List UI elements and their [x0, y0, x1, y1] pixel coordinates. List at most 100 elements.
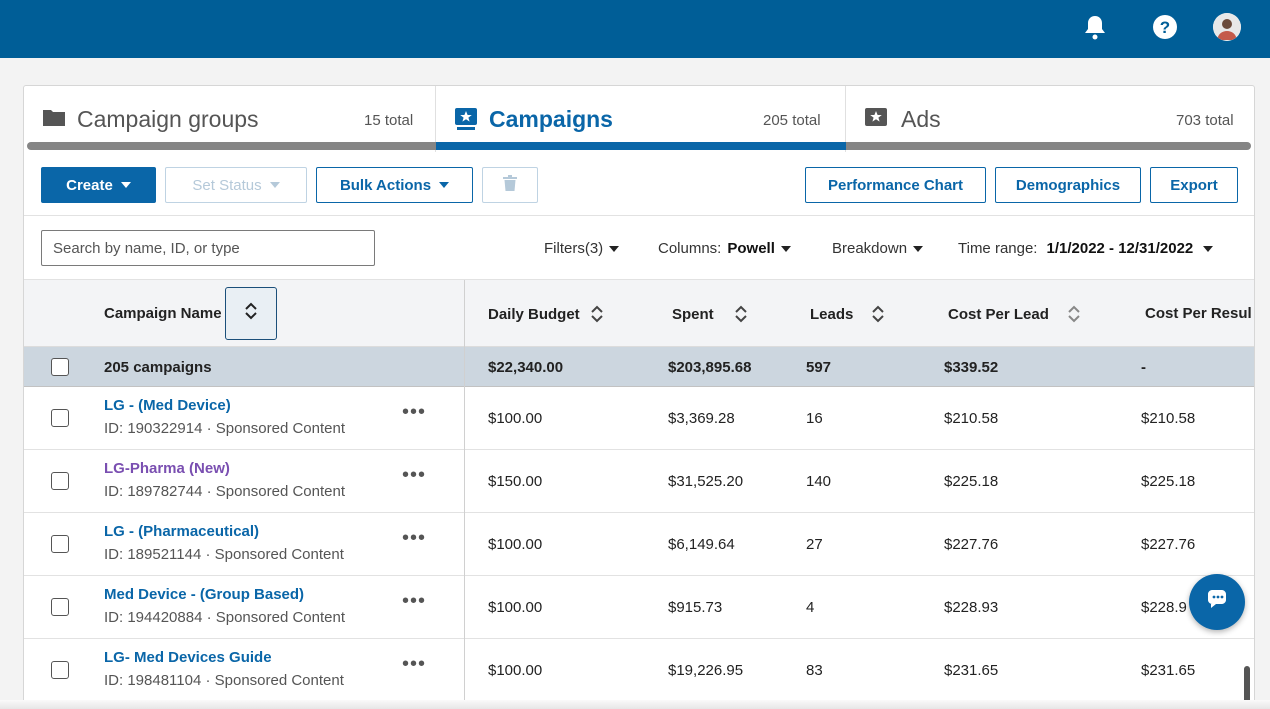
bulk-actions-label: Bulk Actions [339, 176, 432, 194]
tab-count: 205 total [763, 112, 821, 129]
demographics-button[interactable]: Demographics [995, 167, 1141, 203]
column-header-campaign-name[interactable]: Campaign Name [104, 305, 222, 322]
create-button[interactable]: Create [41, 167, 156, 203]
summary-row: 205 campaigns $22,340.00 $203,895.68 597… [24, 347, 1254, 387]
search-input[interactable] [41, 230, 375, 266]
daily-budget-cell: $100.00 [488, 599, 543, 616]
spent-cell: $915.73 [668, 599, 723, 616]
sort-icon [872, 305, 885, 323]
chat-button[interactable] [1189, 574, 1245, 630]
summary-cpr: - [1141, 359, 1146, 376]
campaign-meta: ID: 198481104 · Sponsored Content [104, 672, 344, 689]
table-row[interactable]: Med Device - (Group Based) ID: 194420884… [24, 576, 1254, 639]
column-header-spent[interactable]: Spent [672, 305, 748, 323]
cost-per-lead-cell: $227.76 [944, 536, 999, 553]
create-button-label: Create [66, 176, 113, 194]
column-header-daily-budget[interactable]: Daily Budget [488, 305, 604, 323]
more-options-icon[interactable]: ••• [402, 464, 426, 487]
more-options-icon[interactable]: ••• [402, 401, 426, 424]
table-row[interactable]: LG-Pharma (New) ID: 189782744 · Sponsore… [24, 450, 1254, 513]
breakdown-dropdown[interactable]: Breakdown [832, 240, 924, 257]
cost-per-result-cell: $210.58 [1141, 410, 1196, 427]
help-icon[interactable]: ? [1151, 13, 1179, 41]
filters-dropdown[interactable]: Filters(3) [544, 240, 620, 257]
row-checkbox[interactable] [51, 472, 69, 490]
sort-button[interactable] [225, 287, 277, 340]
bulk-actions-button[interactable]: Bulk Actions [316, 167, 473, 203]
table-row[interactable]: LG - (Pharmaceutical) ID: 189521144 · Sp… [24, 513, 1254, 576]
cost-per-result-cell: $228.9 [1141, 599, 1187, 616]
ad-icon [864, 107, 888, 132]
set-status-button[interactable]: Set Status [165, 167, 307, 203]
more-options-icon[interactable]: ••• [402, 527, 426, 550]
row-checkbox[interactable] [51, 661, 69, 679]
tab-indicator-active [436, 142, 846, 150]
table-row[interactable]: LG- Med Devices Guide ID: 198481104 · Sp… [24, 639, 1254, 702]
summary-cpl: $339.52 [944, 359, 999, 376]
leads-cell: 83 [806, 662, 823, 679]
daily-budget-cell: $100.00 [488, 536, 543, 553]
export-button[interactable]: Export [1150, 167, 1238, 203]
leads-cell: 16 [806, 410, 823, 427]
cost-per-lead-cell: $225.18 [944, 473, 999, 490]
time-range-value: 1/1/2022 - 12/31/2022 [1046, 240, 1194, 257]
chevron-down-icon [120, 182, 131, 188]
cost-per-lead-cell: $228.93 [944, 599, 999, 616]
spent-cell: $31,525.20 [668, 473, 744, 490]
leads-cell: 140 [806, 473, 832, 490]
campaign-meta: ID: 189782744 · Sponsored Content [104, 483, 346, 500]
filters-label: Filters(3) [544, 240, 604, 257]
action-toolbar: Create Set Status Bulk Actions Performan… [24, 152, 1254, 216]
campaign-name-link[interactable]: Med Device - (Group Based) [104, 586, 304, 603]
campaign-name-link[interactable]: LG- Med Devices Guide [104, 649, 272, 666]
svg-text:?: ? [1160, 18, 1170, 37]
column-header-cost-per-lead[interactable]: Cost Per Lead [948, 305, 1081, 323]
chevron-down-icon [609, 245, 620, 252]
sort-icon [734, 305, 747, 323]
campaign-name-link[interactable]: LG-Pharma (New) [104, 460, 230, 477]
summary-leads: 597 [806, 359, 832, 376]
bottom-edge [0, 700, 1270, 709]
cost-per-result-cell: $231.65 [1141, 662, 1196, 679]
column-header-cost-per-result[interactable]: Cost Per Resul [1145, 305, 1252, 322]
columns-dropdown[interactable]: Columns: Powell [658, 240, 791, 257]
sort-icon [590, 305, 603, 323]
column-header-label: Cost Per Resul [1145, 305, 1252, 322]
time-range-label: Time range: [958, 240, 1038, 257]
tab-count: 15 total [364, 112, 414, 129]
campaign-meta: ID: 194420884 · Sponsored Content [104, 609, 346, 626]
column-header-label: Spent [672, 305, 714, 323]
more-options-icon[interactable]: ••• [402, 590, 426, 613]
table-row[interactable]: LG - (Med Device) ID: 190322914 · Sponso… [24, 387, 1254, 450]
row-checkbox[interactable] [51, 598, 69, 616]
cost-per-lead-cell: $210.58 [944, 410, 999, 427]
column-header-leads[interactable]: Leads [810, 305, 885, 323]
campaign-name-link[interactable]: LG - (Med Device) [104, 397, 231, 414]
more-options-icon[interactable]: ••• [402, 653, 426, 676]
time-range-dropdown[interactable]: Time range: 1/1/2022 - 12/31/2022 [958, 240, 1214, 257]
daily-budget-cell: $100.00 [488, 662, 543, 679]
entity-tabs: Campaign groups 15 total Campaigns 205 t… [24, 86, 1254, 152]
cost-per-result-cell: $225.18 [1141, 473, 1196, 490]
row-checkbox[interactable] [51, 535, 69, 553]
tab-count: 703 total [1176, 112, 1234, 129]
daily-budget-cell: $150.00 [488, 473, 543, 490]
leads-cell: 4 [806, 599, 815, 616]
campaign-name-link[interactable]: LG - (Pharmaceutical) [104, 523, 259, 540]
row-checkbox[interactable] [51, 409, 69, 427]
chevron-down-icon [913, 245, 924, 252]
select-all-checkbox[interactable] [51, 358, 69, 376]
vertical-scrollbar[interactable] [1244, 666, 1250, 704]
delete-button[interactable] [482, 167, 538, 203]
avatar[interactable] [1213, 13, 1241, 41]
campaign-meta: ID: 189521144 · Sponsored Content [104, 546, 344, 563]
summary-count: 205 campaigns [104, 359, 212, 376]
bell-icon[interactable] [1081, 13, 1109, 41]
trash-icon [503, 175, 517, 195]
tab-label: Campaigns [489, 106, 613, 132]
daily-budget-cell: $100.00 [488, 410, 543, 427]
performance-chart-button[interactable]: Performance Chart [805, 167, 986, 203]
filter-bar: Filters(3) Columns: Powell Breakdown Time… [24, 216, 1254, 280]
sort-icon [1068, 305, 1080, 323]
campaign-manager-panel: Campaign groups 15 total Campaigns 205 t… [23, 85, 1255, 709]
